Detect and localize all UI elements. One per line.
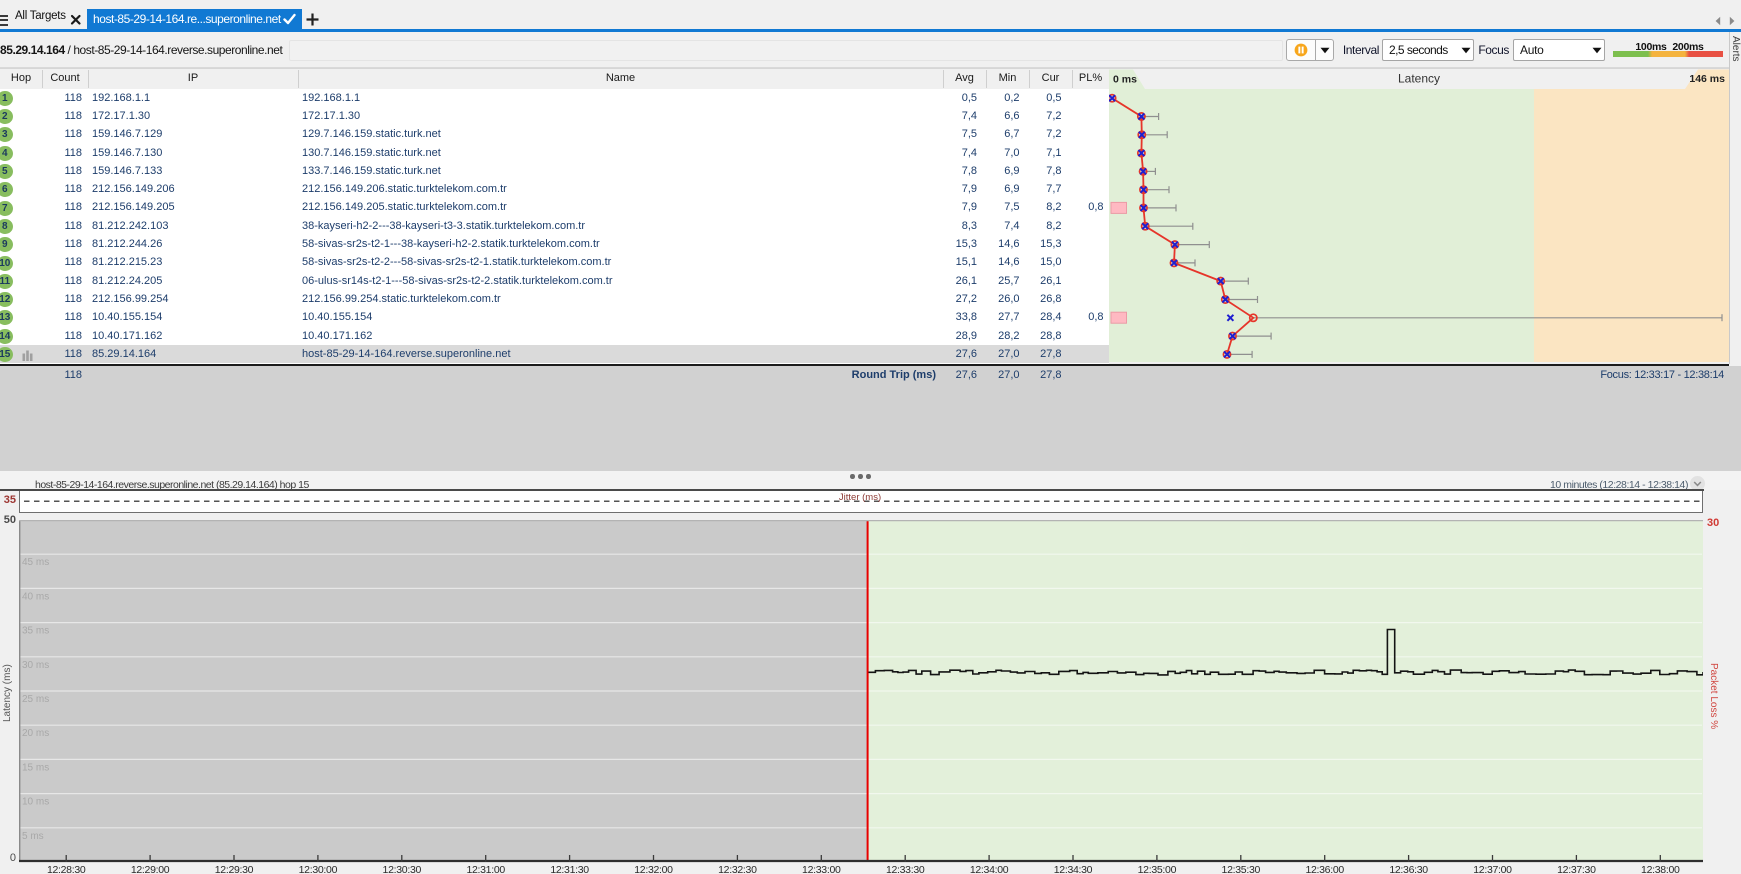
svg-text:45 ms: 45 ms <box>22 557 49 568</box>
svg-text:20 ms: 20 ms <box>22 728 49 739</box>
svg-text:Latency: Latency <box>1398 72 1440 86</box>
svg-text:10 ms: 10 ms <box>22 797 49 808</box>
svg-text:146 ms: 146 ms <box>1689 73 1725 85</box>
svg-text:15 ms: 15 ms <box>22 762 49 773</box>
svg-text:40 ms: 40 ms <box>22 591 49 602</box>
svg-text:0 ms: 0 ms <box>1113 74 1137 86</box>
svg-text:5 ms: 5 ms <box>22 831 44 842</box>
svg-text:35 ms: 35 ms <box>22 626 49 637</box>
svg-text:30 ms: 30 ms <box>22 660 49 671</box>
svg-text:25 ms: 25 ms <box>22 694 49 705</box>
